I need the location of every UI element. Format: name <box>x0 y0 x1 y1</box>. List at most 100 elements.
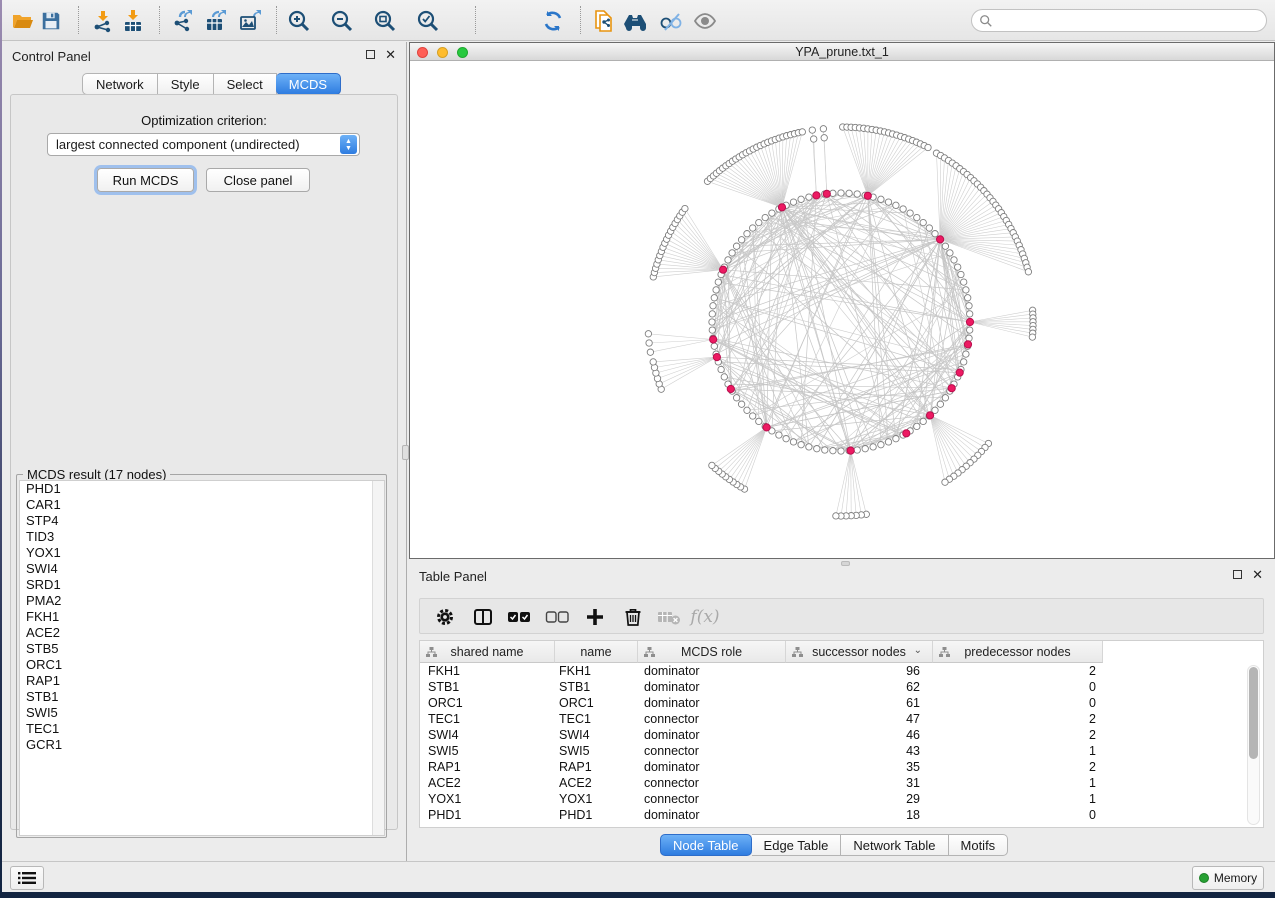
mcds-result-list: PHD1CAR1STP4TID3YOX1SWI4SRD1PMA2FKH1ACE2… <box>20 481 384 753</box>
list-item[interactable]: GCR1 <box>20 737 384 753</box>
deselect-all-icon[interactable] <box>544 604 570 630</box>
tab-network[interactable]: Network <box>82 73 158 95</box>
function-fx-icon[interactable]: f(x) <box>692 604 718 630</box>
zoom-fit-icon[interactable] <box>372 8 398 34</box>
list-item[interactable]: ORC1 <box>20 657 384 673</box>
table-row[interactable]: ORC1ORC1dominator610 <box>420 695 1242 711</box>
table-cell: 0 <box>933 679 1096 695</box>
task-history-button[interactable] <box>10 866 44 890</box>
list-item[interactable]: CAR1 <box>20 497 384 513</box>
table-cell: ORC1 <box>559 695 634 711</box>
column-header-shared-name[interactable]: shared name <box>420 641 555 663</box>
columns-icon[interactable] <box>470 604 496 630</box>
optimization-criterion-select[interactable]: largest connected component (undirected)… <box>47 133 360 156</box>
open-folder-icon[interactable] <box>10 8 36 34</box>
tree-icon <box>792 647 803 657</box>
search-network-icon[interactable] <box>622 8 648 34</box>
list-item[interactable]: YOX1 <box>20 545 384 561</box>
table-row[interactable]: SWI4SWI4dominator462 <box>420 727 1242 743</box>
import-table-icon[interactable] <box>120 8 146 34</box>
column-header-mcds-role[interactable]: MCDS role <box>638 641 786 663</box>
tab-node-table[interactable]: Node Table <box>660 834 752 856</box>
table-row[interactable]: RAP1RAP1dominator352 <box>420 759 1242 775</box>
gear-icon[interactable] <box>432 604 458 630</box>
column-header-successor-nodes[interactable]: successor nodes ⌄ <box>786 641 933 663</box>
list-item[interactable]: SWI5 <box>20 705 384 721</box>
table-cell: STB1 <box>559 679 634 695</box>
network-window-titlebar[interactable]: YPA_prune.txt_1 <box>410 43 1274 61</box>
control-panel: Control Panel ✕ Network Style Select MCD… <box>2 42 407 861</box>
splitter-handle[interactable] <box>841 561 850 566</box>
float-panel-icon[interactable] <box>1233 570 1242 579</box>
export-table-icon[interactable] <box>203 8 229 34</box>
run-mcds-button[interactable]: Run MCDS <box>97 168 194 192</box>
close-panel-icon[interactable]: ✕ <box>1252 570 1263 579</box>
column-header-predecessor-nodes[interactable]: predecessor nodes <box>933 641 1103 663</box>
list-item[interactable]: SRD1 <box>20 577 384 593</box>
import-network-icon[interactable] <box>90 8 116 34</box>
delete-column-icon[interactable] <box>620 604 646 630</box>
clone-network-icon[interactable] <box>590 8 616 34</box>
list-item[interactable]: ACE2 <box>20 625 384 641</box>
table-cell: 2 <box>933 711 1096 727</box>
splitter-handle[interactable] <box>402 445 409 460</box>
scrollbar-thumb[interactable] <box>1249 667 1258 759</box>
close-panel-icon[interactable]: ✕ <box>385 50 396 59</box>
table-row[interactable]: SWI5SWI5connector431 <box>420 743 1242 759</box>
tab-select[interactable]: Select <box>214 73 277 95</box>
tab-motifs[interactable]: Motifs <box>949 834 1009 856</box>
network-canvas[interactable] <box>410 62 1274 558</box>
delete-table-icon[interactable] <box>656 604 682 630</box>
memory-button[interactable]: Memory <box>1192 866 1264 890</box>
table-row[interactable]: TEC1TEC1connector472 <box>420 711 1242 727</box>
search-field[interactable] <box>971 9 1267 32</box>
table-row[interactable]: ACE2ACE2connector311 <box>420 775 1242 791</box>
list-item[interactable]: STP4 <box>20 513 384 529</box>
table-cell: 62 <box>786 679 920 695</box>
zoom-in-icon[interactable] <box>286 8 312 34</box>
tree-icon <box>426 647 437 657</box>
mcds-list-scrollbar[interactable] <box>372 481 384 835</box>
export-image-icon[interactable] <box>237 8 263 34</box>
list-item[interactable]: TEC1 <box>20 721 384 737</box>
tab-network-table[interactable]: Network Table <box>841 834 948 856</box>
table-cell: connector <box>644 791 782 807</box>
table-scrollbar[interactable] <box>1247 665 1260 825</box>
tab-style[interactable]: Style <box>158 73 214 95</box>
table-cell: 18 <box>786 807 920 823</box>
zoom-selected-icon[interactable] <box>415 8 441 34</box>
column-header-name[interactable]: name <box>555 641 638 663</box>
table-cell: FKH1 <box>559 663 634 679</box>
table-row[interactable]: STB1STB1dominator620 <box>420 679 1242 695</box>
zoom-out-icon[interactable] <box>329 8 355 34</box>
export-network-icon[interactable] <box>170 8 196 34</box>
table-cell: 0 <box>933 695 1096 711</box>
hide-glasses-icon[interactable] <box>658 8 684 34</box>
list-item[interactable]: RAP1 <box>20 673 384 689</box>
tab-mcds[interactable]: MCDS <box>276 73 341 95</box>
list-item[interactable]: STB5 <box>20 641 384 657</box>
list-item[interactable]: FKH1 <box>20 609 384 625</box>
show-eye-icon[interactable] <box>692 8 718 34</box>
table-cell: RAP1 <box>559 759 634 775</box>
list-item[interactable]: TID3 <box>20 529 384 545</box>
table-row[interactable]: FKH1FKH1dominator962 <box>420 663 1242 679</box>
table-cell: dominator <box>644 663 782 679</box>
list-item[interactable]: SWI4 <box>20 561 384 577</box>
list-item[interactable]: STB1 <box>20 689 384 705</box>
table-row[interactable]: PHD1PHD1dominator180 <box>420 807 1242 823</box>
close-panel-button[interactable]: Close panel <box>206 168 310 192</box>
add-column-icon[interactable] <box>582 604 608 630</box>
select-all-icon[interactable] <box>506 604 532 630</box>
network-window-title: YPA_prune.txt_1 <box>410 45 1274 59</box>
search-input[interactable] <box>997 12 1266 30</box>
save-icon[interactable] <box>38 8 64 34</box>
table-row[interactable]: YOX1YOX1connector291 <box>420 791 1242 807</box>
list-item[interactable]: PMA2 <box>20 593 384 609</box>
float-panel-icon[interactable] <box>366 50 375 59</box>
table-body: FKH1FKH1dominator962STB1STB1dominator620… <box>420 663 1242 827</box>
column-label: predecessor nodes <box>964 645 1070 659</box>
tab-edge-table[interactable]: Edge Table <box>752 834 842 856</box>
list-item[interactable]: PHD1 <box>20 481 384 497</box>
refresh-icon[interactable] <box>540 8 566 34</box>
